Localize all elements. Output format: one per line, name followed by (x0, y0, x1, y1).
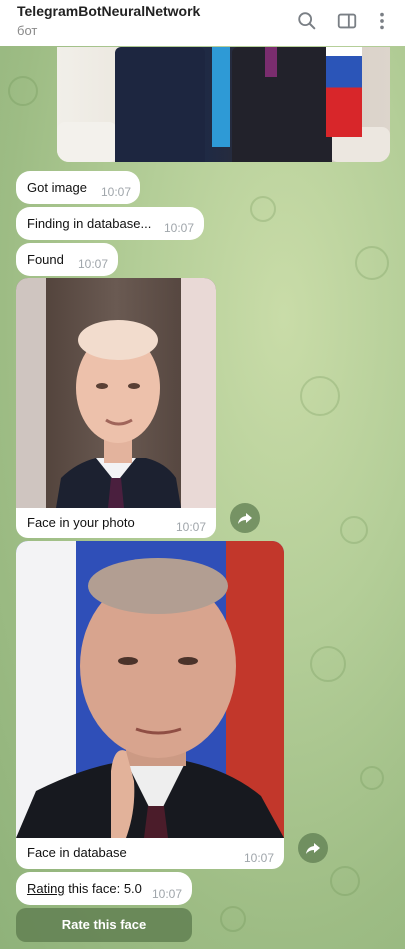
handshake-photo[interactable] (57, 47, 390, 162)
chat-header: TelegramBotNeuralNetwork бот (0, 0, 405, 46)
rate-this-face-button[interactable]: Rate this face (16, 908, 192, 942)
message-time: 10:07 (244, 851, 275, 865)
face-photo[interactable] (16, 541, 284, 838)
message-text: Found (27, 252, 64, 267)
message-time: 10:07 (152, 887, 183, 901)
message-bubble: Got image 10:07 (16, 171, 140, 204)
media-message: Face in your photo 10:07 (16, 278, 216, 538)
share-icon (238, 513, 252, 524)
share-icon (306, 843, 320, 854)
message-time: 10:07 (78, 257, 109, 271)
rating-text: Rating this face: 5.0 (27, 881, 142, 896)
message-time: 10:07 (101, 185, 132, 199)
media-caption: Face in your photo (27, 515, 135, 530)
search-icon[interactable] (296, 10, 318, 32)
message-time: 10:07 (164, 221, 195, 235)
chat-subtitle: бот (17, 23, 38, 38)
rating-value: this face: 5.0 (64, 881, 142, 896)
message-time: 10:07 (176, 520, 207, 534)
rating-message: Rating this face: 5.0 10:07 (16, 872, 192, 905)
message-text: Finding in database... (27, 216, 152, 231)
more-vertical-icon[interactable] (371, 10, 393, 32)
message-text: Got image (27, 180, 87, 195)
share-button[interactable] (298, 833, 328, 863)
share-button[interactable] (230, 503, 260, 533)
chat-title[interactable]: TelegramBotNeuralNetwork (17, 3, 200, 19)
sidebar-toggle-icon[interactable] (336, 10, 358, 32)
media-message: Face in database 10:07 (16, 541, 284, 869)
rating-link[interactable]: Rating (27, 881, 65, 896)
message-bubble: Found 10:07 (16, 243, 118, 276)
message-bubble: Finding in database... 10:07 (16, 207, 204, 240)
media-caption: Face in database (27, 845, 127, 860)
face-photo[interactable] (16, 278, 216, 508)
